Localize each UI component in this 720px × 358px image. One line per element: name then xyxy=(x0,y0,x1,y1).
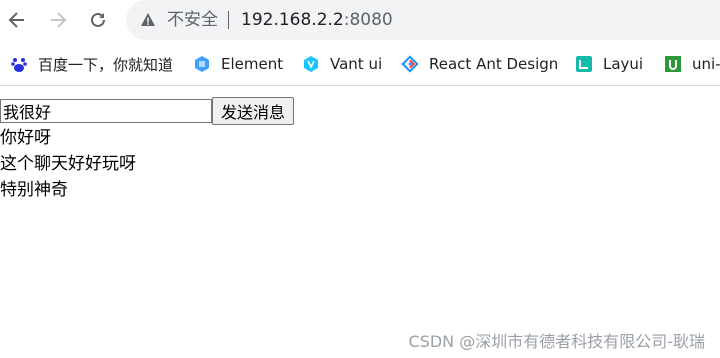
bookmark-uniapp[interactable]: uni- xyxy=(664,44,720,84)
compose-row: 发送消息 xyxy=(0,97,295,125)
back-icon[interactable] xyxy=(5,8,29,32)
url-host: 192.168.2.2 xyxy=(241,10,344,30)
layui-icon xyxy=(575,55,593,73)
url-text[interactable]: 192.168.2.2:8080 xyxy=(241,9,393,31)
bookmarks-bar: 百度一下，你就知道 Element Vant ui React Ant Desi… xyxy=(0,44,720,84)
reload-icon[interactable] xyxy=(86,8,110,32)
warning-icon[interactable] xyxy=(140,12,156,28)
security-status: 不安全 xyxy=(167,10,218,30)
antd-icon xyxy=(401,55,419,73)
chat-page: 发送消息 你好呀 这个聊天好好玩呀 特别神奇 xyxy=(0,97,295,203)
toolbar-divider xyxy=(0,85,720,86)
bookmark-vant[interactable]: Vant ui xyxy=(302,44,382,84)
bookmark-label: Element xyxy=(221,55,284,73)
url-port: :8080 xyxy=(343,10,393,30)
message-input[interactable] xyxy=(0,99,212,123)
bookmark-element[interactable]: Element xyxy=(193,44,283,84)
browser-toolbar: 不安全 192.168.2.2:8080 xyxy=(0,0,720,40)
bookmark-label: uni- xyxy=(692,55,720,73)
bookmark-label: Vant ui xyxy=(330,55,383,73)
bookmark-label: React Ant Design xyxy=(429,55,559,73)
bookmark-baidu[interactable]: 百度一下，你就知道 xyxy=(10,44,173,84)
uniapp-icon xyxy=(664,55,682,73)
send-message-button[interactable]: 发送消息 xyxy=(212,97,295,125)
url-separator xyxy=(228,11,229,29)
bookmark-layui[interactable]: Layui xyxy=(575,44,643,84)
bookmark-antd[interactable]: React Ant Design xyxy=(401,44,558,84)
csdn-watermark: CSDN @深圳市有德者科技有限公司-耿瑞 xyxy=(408,332,705,351)
vant-icon xyxy=(302,55,320,73)
baidu-icon xyxy=(10,55,28,73)
element-icon xyxy=(193,55,211,73)
bookmark-label: Layui xyxy=(603,55,644,73)
chat-message: 特别神奇 xyxy=(0,180,68,200)
chat-message: 你好呀 xyxy=(0,128,51,148)
chat-message: 这个聊天好好玩呀 xyxy=(0,154,136,174)
bookmark-label: 百度一下，你就知道 xyxy=(38,55,174,74)
forward-icon[interactable] xyxy=(46,8,70,32)
